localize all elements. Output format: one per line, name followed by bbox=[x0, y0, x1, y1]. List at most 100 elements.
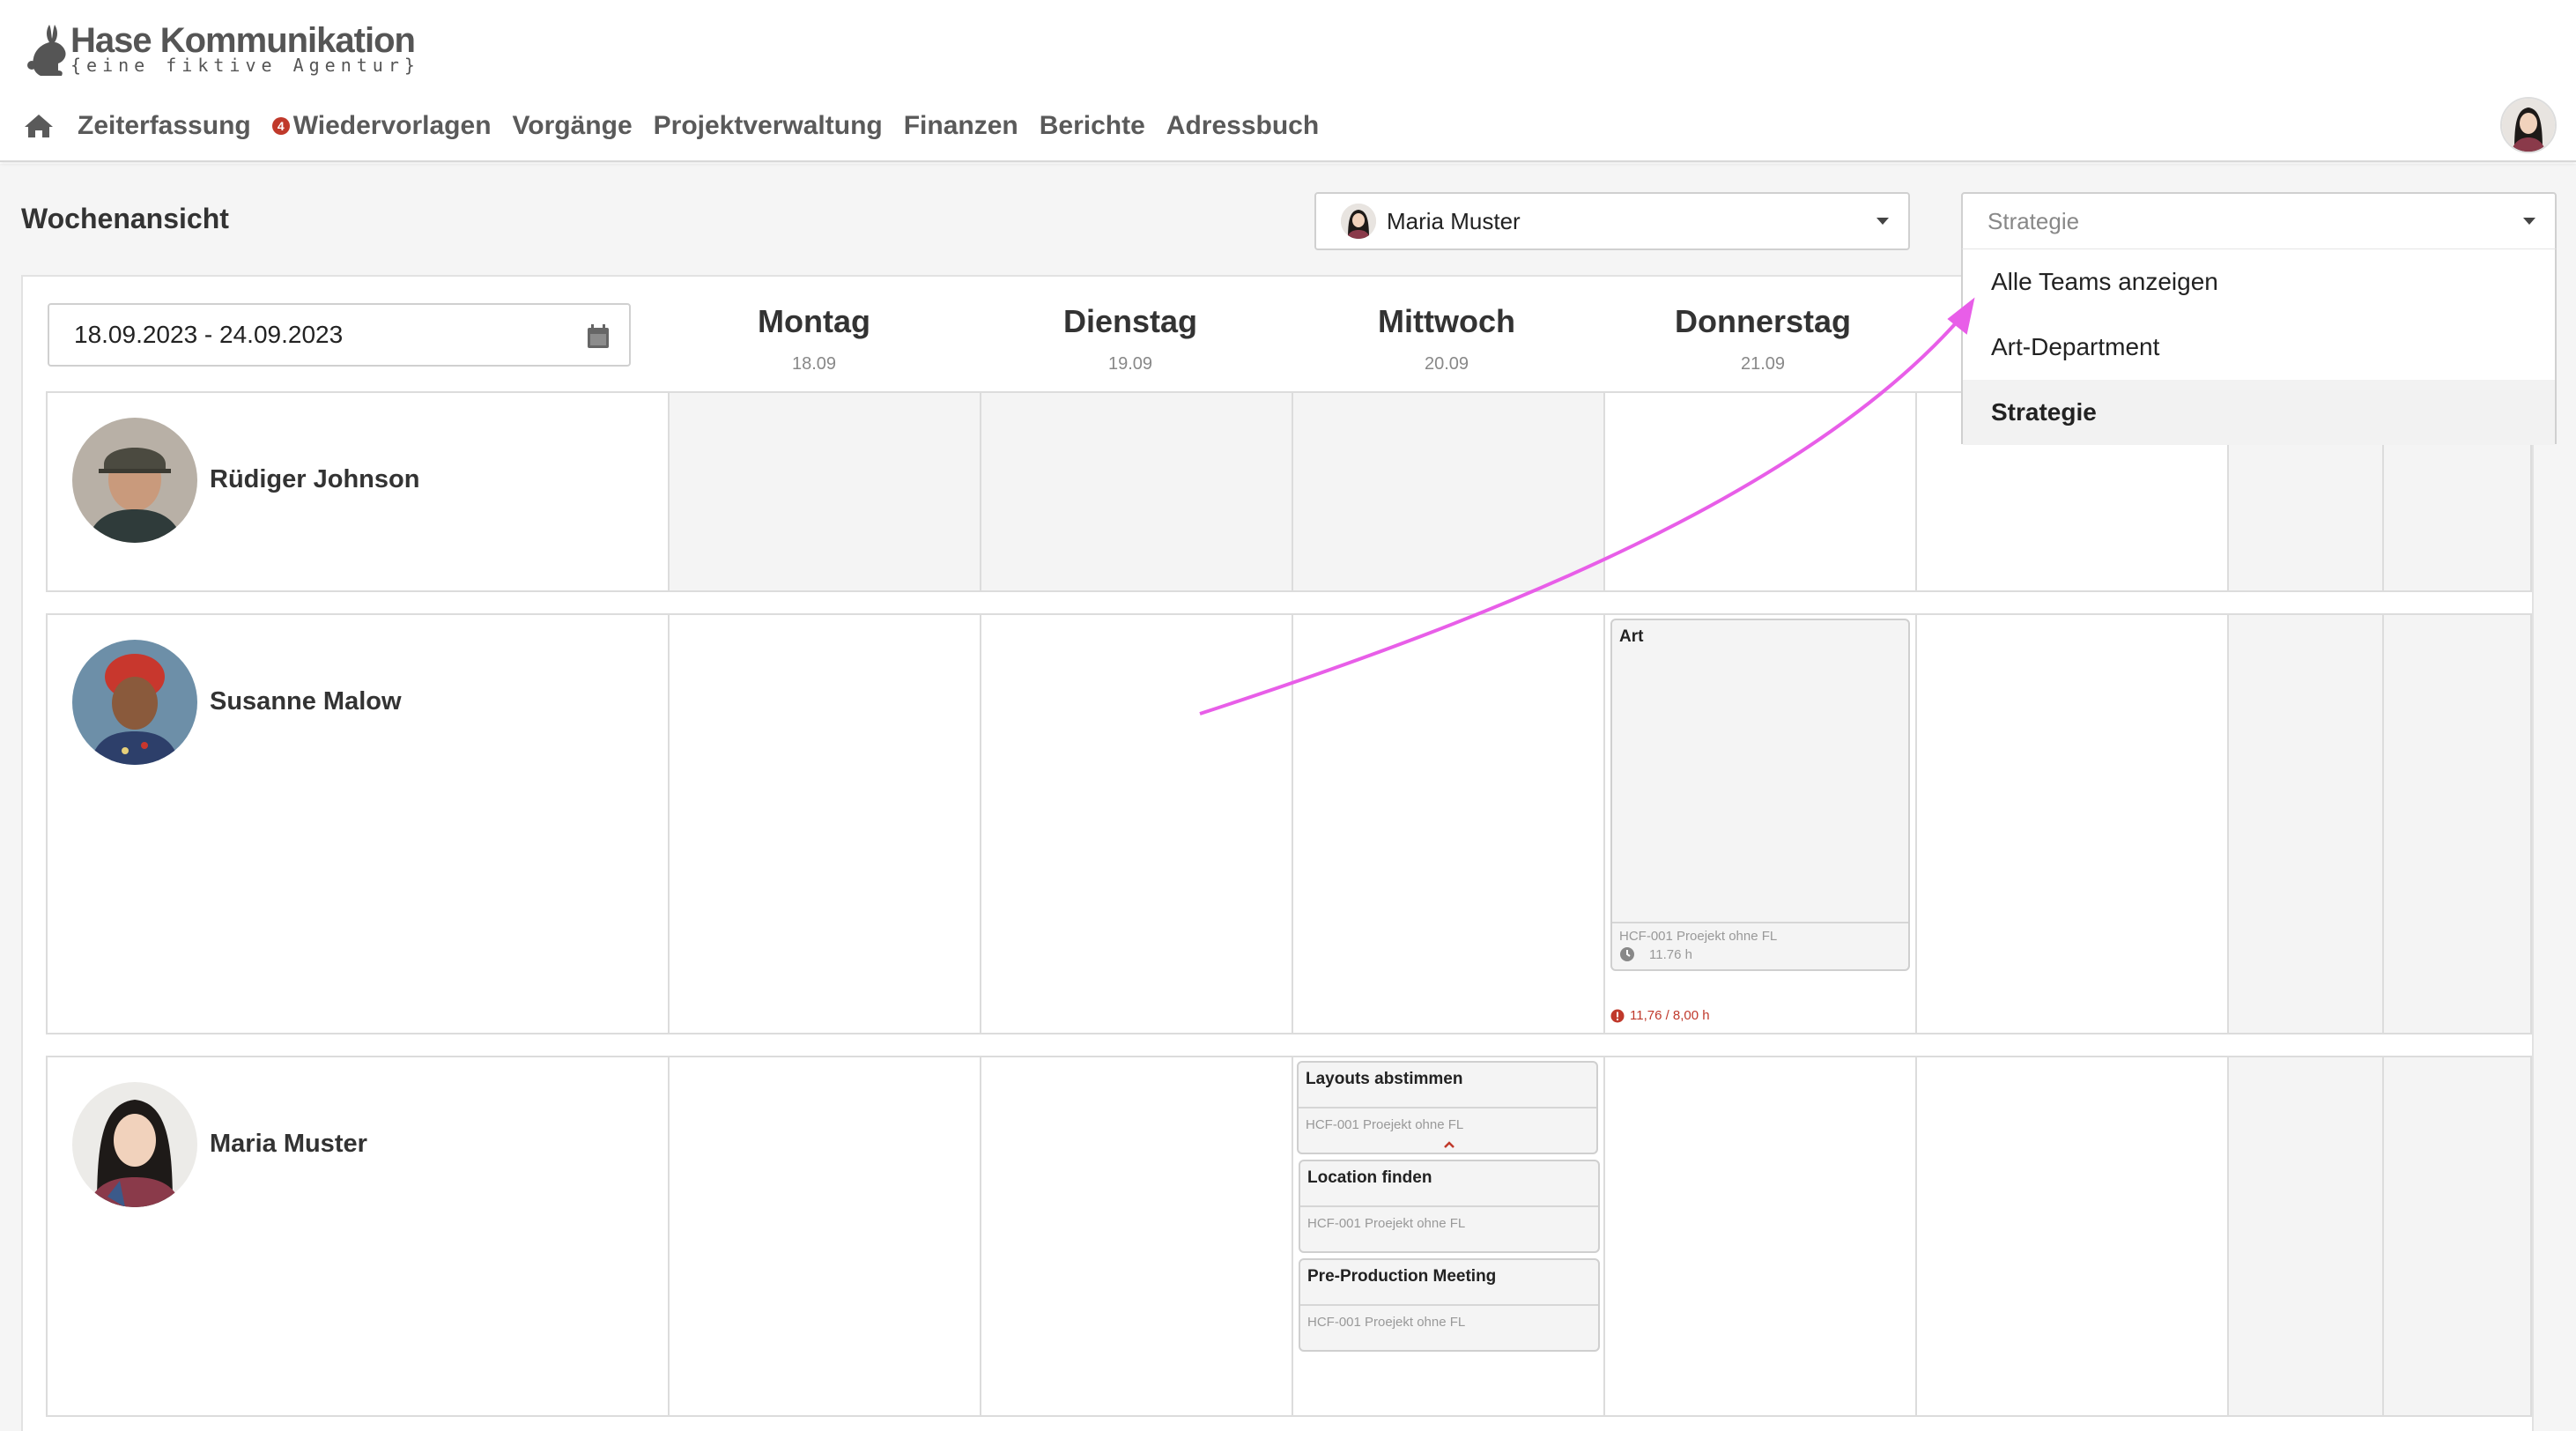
home-icon bbox=[25, 115, 53, 137]
entry-title: Art bbox=[1619, 627, 1644, 646]
person-name: Susanne Malow bbox=[210, 687, 402, 716]
entry-project: HCF-001 Proejekt ohne FL bbox=[1619, 929, 1778, 944]
entry-divider bbox=[1299, 1107, 1596, 1108]
person-cell: Susanne Malow bbox=[48, 615, 670, 1033]
clock-icon bbox=[1620, 947, 1634, 961]
day-cell-mittwoch[interactable] bbox=[1293, 615, 1605, 1033]
logo-tagline: {eine fiktive Agentur} bbox=[70, 55, 420, 76]
day-cell-mittwoch[interactable] bbox=[1293, 393, 1605, 590]
day-cell-dienstag[interactable] bbox=[981, 615, 1293, 1033]
person-avatar[interactable] bbox=[72, 1082, 197, 1207]
day-cell-montag[interactable] bbox=[670, 615, 981, 1033]
entry-project: HCF-001 Proejekt ohne FL bbox=[1306, 1117, 1464, 1132]
option-label: Art-Department bbox=[1991, 333, 2160, 360]
person-row-maria: Maria Muster Layouts abstimmen HCF-001 P… bbox=[46, 1056, 2532, 1417]
rabbit-logo-icon bbox=[27, 25, 66, 76]
date-range-value: 18.09.2023 - 24.09.2023 bbox=[74, 321, 344, 348]
nav-label: Wiedervorlagen bbox=[292, 111, 492, 140]
day-cell-dienstag[interactable] bbox=[981, 393, 1293, 590]
day-cell-freitag[interactable] bbox=[1917, 1057, 2229, 1415]
time-entry-location[interactable]: Location finden HCF-001 Proejekt ohne FL bbox=[1299, 1160, 1600, 1253]
person-avatar[interactable] bbox=[72, 418, 197, 543]
selected-user-avatar bbox=[1341, 204, 1376, 239]
entry-hours-value: 11.76 h bbox=[1649, 946, 1692, 962]
nav-home[interactable] bbox=[23, 110, 58, 142]
caret-down-icon bbox=[1876, 218, 1889, 225]
entry-divider bbox=[1300, 1205, 1598, 1207]
day-cell-samstag[interactable] bbox=[2229, 615, 2384, 1033]
company-logo[interactable]: Hase Kommunikation {eine fiktive Agentur… bbox=[23, 18, 416, 79]
day-date: 18.09 bbox=[791, 354, 837, 374]
nav-berichte[interactable]: Berichte bbox=[1040, 111, 1145, 141]
calendar-icon[interactable] bbox=[587, 324, 610, 349]
day-cell-montag[interactable] bbox=[670, 393, 981, 590]
nav-label: Zeiterfassung bbox=[78, 111, 251, 140]
team-select-value: Strategie bbox=[1988, 207, 2080, 234]
day-name: Montag bbox=[758, 303, 870, 339]
user-avatar[interactable] bbox=[2500, 97, 2557, 153]
person-portrait-icon bbox=[72, 418, 197, 543]
nav-finanzen[interactable]: Finanzen bbox=[904, 111, 1018, 141]
user-portrait-icon bbox=[1341, 204, 1376, 239]
day-cell-donnerstag[interactable] bbox=[1605, 1057, 1917, 1415]
team-select[interactable]: Strategie bbox=[1961, 192, 2557, 250]
entry-divider bbox=[1612, 922, 1908, 923]
date-range-input[interactable]: 18.09.2023 - 24.09.2023 bbox=[48, 303, 631, 367]
team-option-alle-teams[interactable]: Alle Teams anzeigen bbox=[1963, 249, 2555, 315]
team-dropdown-menu: Alle Teams anzeigen Art-Department Strat… bbox=[1961, 248, 2557, 445]
day-name: Mittwoch bbox=[1378, 303, 1515, 339]
person-name: Maria Muster bbox=[210, 1130, 367, 1158]
day-cell-mittwoch[interactable]: Layouts abstimmen HCF-001 Proejekt ohne … bbox=[1293, 1057, 1605, 1415]
user-portrait-icon bbox=[2502, 99, 2555, 152]
person-row-susanne: Susanne Malow Art HCF-001 Proejekt ohne … bbox=[46, 613, 2532, 1034]
page-title: Wochenansicht bbox=[21, 203, 229, 234]
day-cell-sonntag[interactable] bbox=[2384, 615, 2530, 1033]
entry-divider bbox=[1300, 1304, 1598, 1306]
person-name: Rüdiger Johnson bbox=[210, 465, 420, 493]
time-entry-art[interactable]: Art HCF-001 Proejekt ohne FL 11.76 h bbox=[1610, 619, 1910, 971]
nav-label: Berichte bbox=[1039, 111, 1145, 140]
person-cell: Maria Muster bbox=[48, 1057, 670, 1415]
user-select[interactable]: Maria Muster bbox=[1314, 192, 1910, 250]
day-date: 19.09 bbox=[1107, 354, 1153, 374]
nav-label: Adressbuch bbox=[1166, 111, 1320, 140]
day-date: 21.09 bbox=[1740, 354, 1786, 374]
time-entry-preproduction[interactable]: Pre-Production Meeting HCF-001 Proejekt … bbox=[1299, 1258, 1600, 1352]
day-cell-montag[interactable] bbox=[670, 1057, 981, 1415]
nav-label: Vorgänge bbox=[512, 111, 633, 140]
time-entry-layouts[interactable]: Layouts abstimmen HCF-001 Proejekt ohne … bbox=[1297, 1061, 1598, 1154]
entry-project: HCF-001 Proejekt ohne FL bbox=[1307, 1216, 1466, 1231]
notification-badge: 4 bbox=[271, 117, 290, 135]
nav-adressbuch[interactable]: Adressbuch bbox=[1166, 111, 1319, 141]
team-option-strategie[interactable]: Strategie bbox=[1963, 380, 2555, 445]
main-nav: Zeiterfassung 4 Wiedervorlagen Vorgänge … bbox=[23, 104, 1340, 148]
nav-label: Projektverwaltung bbox=[653, 111, 883, 140]
day-header-donnerstag: Donnerstag 21.09 bbox=[1608, 303, 1918, 374]
overtime-value: 11,76 / 8,00 h bbox=[1630, 1008, 1710, 1023]
day-name: Donnerstag bbox=[1674, 303, 1852, 339]
nav-vorgaenge[interactable]: Vorgänge bbox=[513, 111, 633, 141]
person-avatar[interactable] bbox=[72, 640, 197, 765]
entry-project: HCF-001 Proejekt ohne FL bbox=[1307, 1315, 1466, 1330]
day-cell-sonntag[interactable] bbox=[2384, 1057, 2530, 1415]
day-cell-donnerstag[interactable]: Art HCF-001 Proejekt ohne FL 11.76 h 11,… bbox=[1605, 615, 1917, 1033]
chevron-up-icon[interactable] bbox=[1443, 1140, 1455, 1149]
day-header-montag: Montag 18.09 bbox=[659, 303, 969, 374]
overtime-warning: 11,76 / 8,00 h bbox=[1610, 1008, 1710, 1023]
day-header-dienstag: Dienstag 19.09 bbox=[975, 303, 1285, 374]
option-label: Strategie bbox=[1991, 398, 2097, 426]
nav-projektverwaltung[interactable]: Projektverwaltung bbox=[654, 111, 883, 141]
person-portrait-icon bbox=[72, 640, 197, 765]
day-cell-dienstag[interactable] bbox=[981, 1057, 1293, 1415]
nav-zeiterfassung[interactable]: Zeiterfassung bbox=[78, 111, 251, 141]
team-option-art-department[interactable]: Art-Department bbox=[1963, 315, 2555, 380]
day-cell-freitag[interactable] bbox=[1917, 615, 2229, 1033]
entry-title: Location finden bbox=[1307, 1168, 1432, 1187]
day-cell-samstag[interactable] bbox=[2229, 1057, 2384, 1415]
user-select-value: Maria Muster bbox=[1387, 207, 1521, 234]
day-cell-donnerstag[interactable] bbox=[1605, 393, 1917, 590]
day-date: 20.09 bbox=[1424, 354, 1469, 374]
nav-wiedervorlagen[interactable]: 4 Wiedervorlagen bbox=[271, 111, 492, 141]
entry-title: Pre-Production Meeting bbox=[1307, 1267, 1497, 1286]
option-label: Alle Teams anzeigen bbox=[1991, 268, 2218, 295]
